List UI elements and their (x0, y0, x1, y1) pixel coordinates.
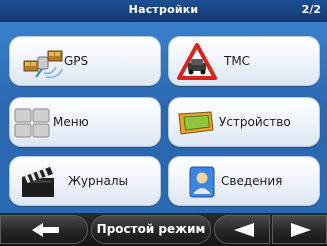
info-label: Сведения (221, 174, 283, 188)
logs-button[interactable]: Журналы (9, 156, 161, 206)
triangle-left-icon (234, 223, 254, 237)
contact-card-icon (189, 166, 215, 198)
arrow-left-icon (32, 223, 59, 237)
page-title: Настройки (128, 3, 199, 16)
menu-label: Меню (53, 115, 89, 129)
menu-grid-icon (14, 108, 50, 138)
next-page-button[interactable] (272, 215, 327, 244)
bottom-bar: Простой режим (0, 213, 327, 246)
menu-button[interactable]: Меню (9, 97, 161, 147)
page-indicator: 2/2 (301, 3, 321, 16)
previous-page-button[interactable] (214, 215, 270, 244)
gps-label: GPS (64, 54, 89, 68)
clapperboard-icon (22, 167, 54, 197)
simple-mode-button[interactable]: Простой режим (91, 215, 211, 244)
device-icon (178, 111, 214, 135)
device-label: Устройство (219, 115, 291, 129)
tmc-label: TMC (224, 54, 251, 68)
traffic-warning-icon (177, 43, 217, 80)
device-button[interactable]: Устройство (168, 97, 320, 147)
info-button[interactable]: Сведения (168, 156, 320, 206)
title-bar: Настройки 2/2 (0, 0, 327, 22)
back-button[interactable] (0, 215, 88, 244)
logs-label: Журналы (68, 174, 128, 188)
gps-button[interactable]: GPS (9, 36, 161, 86)
simple-mode-label: Простой режим (96, 222, 206, 236)
settings-screen: Настройки 2/2 GPS TMC Меню Устройство Жу… (0, 0, 327, 246)
satellite-icon (23, 50, 63, 79)
tmc-button[interactable]: TMC (168, 36, 320, 86)
triangle-right-icon (291, 223, 311, 237)
